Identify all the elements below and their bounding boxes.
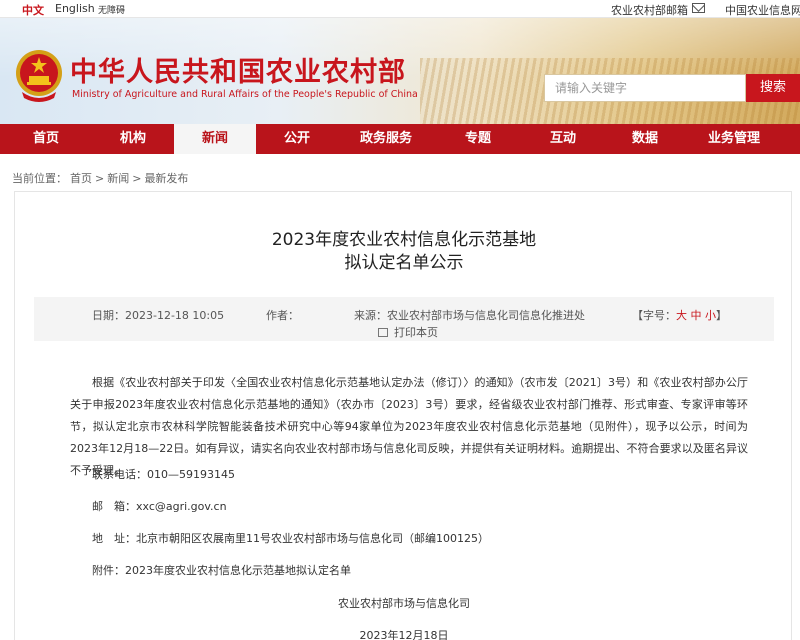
nav-item-business[interactable]: 业务管理	[686, 124, 782, 154]
header-banner: 中华人民共和国农业农村部 Ministry of Agriculture and…	[0, 18, 800, 124]
print-label: 打印本页	[394, 326, 438, 339]
meta-date-value: 2023-12-18 10:05	[125, 309, 225, 322]
article-card: 2023年度农业农村信息化示范基地 拟认定名单公示 日期：2023-12-18 …	[14, 191, 792, 640]
font-size-control: 【字号：大 中 小】	[632, 307, 727, 323]
national-emblem-icon[interactable]	[14, 48, 64, 102]
breadcrumb-news[interactable]: 新闻	[107, 172, 129, 185]
nav-item-home[interactable]: 首页	[0, 124, 92, 154]
nav-item-topics[interactable]: 专题	[434, 124, 522, 154]
top-utility-bar: 中文 English 无障碍 农业农村部邮箱 中国农业信息网	[0, 0, 800, 18]
mail-icon[interactable]	[692, 3, 705, 13]
nav-item-gov-services[interactable]: 政务服务	[338, 124, 434, 154]
print-icon	[378, 328, 388, 337]
contact-email: 邮 箱：xxc@agri.gov.cn	[92, 500, 227, 513]
signature: 农业农村部市场与信息化司	[338, 597, 470, 610]
article-meta: 日期：2023-12-18 10:05 作者： 来源：农业农村部市场与信息化司信…	[34, 297, 774, 341]
article-title: 2023年度农业农村信息化示范基地 拟认定名单公示	[15, 229, 793, 275]
nav-item-organization[interactable]: 机构	[92, 124, 174, 154]
meta-source: 来源：农业农村部市场与信息化司信息化推进处	[354, 307, 585, 323]
article-title-line2: 拟认定名单公示	[344, 253, 464, 273]
site-title[interactable]: 中华人民共和国农业农村部	[70, 50, 406, 89]
meta-date: 日期：2023-12-18 10:05	[92, 307, 224, 323]
contact-phone: 联系电话：010—59193145	[92, 468, 235, 481]
sign-date: 2023年12月18日	[359, 629, 449, 640]
nav-item-data[interactable]: 数据	[604, 124, 686, 154]
font-size-label: 【字号：	[632, 309, 676, 322]
accessibility-link[interactable]: 无障碍	[98, 3, 125, 16]
nav-item-interaction[interactable]: 互动	[522, 124, 604, 154]
contact-address: 地 址：北京市朝阳区农展南里11号农业农村部市场与信息化司（邮编100125）	[92, 532, 489, 545]
breadcrumb-sep: >	[95, 172, 105, 185]
print-page-link[interactable]: 打印本页	[378, 324, 438, 340]
breadcrumb-sep: >	[132, 172, 142, 185]
meta-source-label: 来源：	[354, 309, 387, 322]
meta-date-label: 日期：	[92, 309, 125, 322]
font-size-medium[interactable]: 中	[691, 309, 702, 322]
font-size-end: 】	[716, 309, 727, 322]
nav-item-news[interactable]: 新闻	[174, 124, 256, 154]
nav-item-public[interactable]: 公开	[256, 124, 338, 154]
ministry-mail-link[interactable]: 农业农村部邮箱	[611, 2, 688, 18]
font-size-large[interactable]: 大	[676, 309, 687, 322]
agri-info-site-link[interactable]: 中国农业信息网	[725, 2, 800, 18]
breadcrumb-latest[interactable]: 最新发布	[144, 172, 188, 185]
lang-english-link[interactable]: English	[55, 2, 95, 15]
breadcrumb-home[interactable]: 首页	[70, 172, 92, 185]
meta-source-value: 农业农村部市场与信息化司信息化推进处	[387, 309, 585, 322]
search-input[interactable]: 请输入关键字	[544, 74, 746, 102]
search-button[interactable]: 搜索	[746, 74, 800, 102]
lang-chinese-link[interactable]: 中文	[22, 2, 44, 18]
breadcrumb: 当前位置： 首页 > 新闻 > 最新发布	[12, 170, 191, 186]
font-size-small[interactable]: 小	[705, 309, 716, 322]
main-nav: 首页 机构 新闻 公开 政务服务 专题 互动 数据 业务管理	[0, 124, 800, 154]
meta-author: 作者：	[266, 309, 299, 322]
article-title-line1: 2023年度农业农村信息化示范基地	[271, 230, 537, 250]
attachment-link[interactable]: 附件：2023年度农业农村信息化示范基地拟认定名单	[92, 562, 351, 578]
site-subtitle: Ministry of Agriculture and Rural Affair…	[72, 89, 418, 100]
breadcrumb-label: 当前位置：	[12, 172, 67, 185]
